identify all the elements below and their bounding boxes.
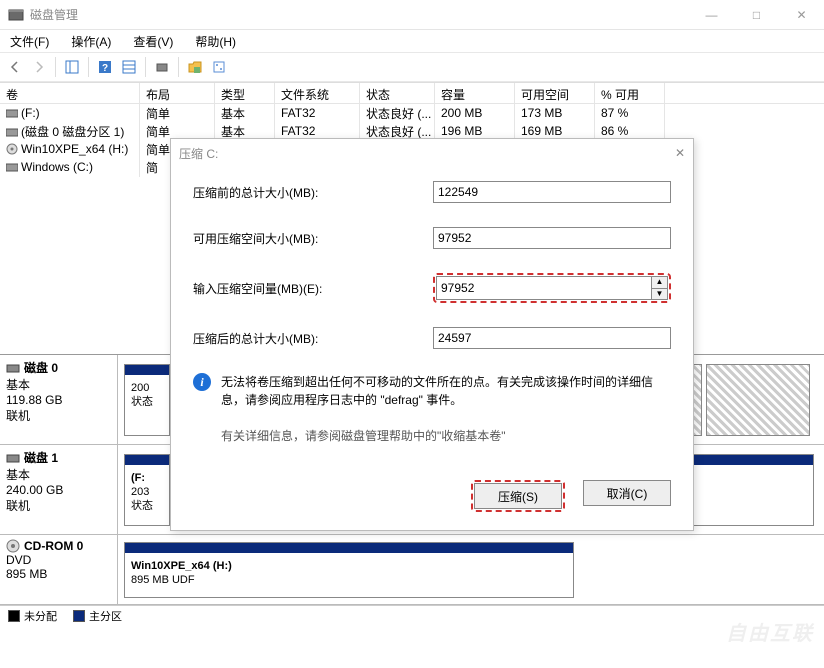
shrink-dialog: 压缩 C: ✕ 压缩前的总计大小(MB): 可用压缩空间大小(MB): 输入压缩… [170,138,694,531]
disk-name: CD-ROM 0 [24,539,83,553]
legend-unallocated: 未分配 [24,611,57,623]
volume-name: Win10XPE_x64 (H:) [21,142,128,156]
menu-view[interactable]: 查看(V) [129,31,177,52]
label-available: 可用压缩空间大小(MB): [193,230,433,247]
maximize-button[interactable]: □ [734,0,779,30]
input-size-after [433,327,671,349]
disk-info: 磁盘 0 基本 119.88 GB 联机 [0,355,118,444]
toolbar-disk-icon[interactable] [151,56,173,78]
input-shrink-amount[interactable] [436,276,652,300]
input-available [433,227,671,249]
shrink-button[interactable]: 压缩(S) [474,483,562,509]
partition-box[interactable]: 200状态 [124,364,170,436]
label-size-after: 压缩后的总计大小(MB): [193,330,433,347]
col-layout[interactable]: 布局 [140,83,215,103]
partition-box[interactable]: Win10XPE_x64 (H:)895 MB UDF [124,542,574,598]
input-size-before [433,181,671,203]
help-text: 有关详细信息，请参阅磁盘管理帮助中的"收缩基本卷" [221,427,671,444]
volume-name: (磁盘 0 磁盘分区 1) [21,125,124,139]
minimize-button[interactable]: — [689,0,734,30]
close-button[interactable]: ✕ [779,0,824,30]
toolbar-pane-icon[interactable] [61,56,83,78]
partition-label: Win10XPE_x64 (H:) [131,560,232,572]
col-capacity[interactable]: 容量 [435,83,515,103]
toolbar-folder-icon[interactable] [184,56,206,78]
label-shrink-amount: 输入压缩空间量(MB)(E): [193,280,433,297]
disk-row: CD-ROM 0 DVD 895 MB Win10XPE_x64 (H:)895… [0,535,824,605]
menubar: 文件(F) 操作(A) 查看(V) 帮助(H) [0,30,824,52]
titlebar: 磁盘管理 — □ ✕ [0,0,824,30]
menu-action[interactable]: 操作(A) [67,31,115,52]
col-status[interactable]: 状态 [360,83,435,103]
col-filesystem[interactable]: 文件系统 [275,83,360,103]
menu-file[interactable]: 文件(F) [6,31,53,52]
window-title: 磁盘管理 [30,6,689,23]
toolbar-list-icon[interactable] [118,56,140,78]
legend-primary: 主分区 [89,611,122,623]
info-icon: i [193,373,211,391]
svg-text:?: ? [102,63,108,74]
col-type[interactable]: 类型 [215,83,275,103]
forward-button[interactable] [28,56,50,78]
dialog-title: 压缩 C: [179,145,675,162]
cancel-button[interactable]: 取消(C) [583,480,671,506]
volume-name: (F:) [21,106,40,120]
toolbar-help-icon[interactable]: ? [94,56,116,78]
label-size-before: 压缩前的总计大小(MB): [193,184,433,201]
partition-unallocated[interactable] [706,364,810,436]
toolbar: ? [0,52,824,82]
disk-name: 磁盘 0 [24,359,58,376]
col-percent[interactable]: % 可用 [595,83,665,103]
legend: 未分配 主分区 [0,605,824,625]
app-icon [8,7,24,23]
col-volume[interactable]: 卷 [0,83,140,103]
disk-info: CD-ROM 0 DVD 895 MB [0,535,118,604]
back-button[interactable] [4,56,26,78]
col-free[interactable]: 可用空间 [515,83,595,103]
spin-down-button[interactable]: ▼ [652,289,667,300]
volume-name: Windows (C:) [21,160,93,174]
toolbar-settings-icon[interactable] [208,56,230,78]
menu-help[interactable]: 帮助(H) [191,31,240,52]
info-text: 无法将卷压缩到超出任何不可移动的文件所在的点。有关完成该操作时间的详细信息，请参… [221,373,671,409]
volume-list-header: 卷 布局 类型 文件系统 状态 容量 可用空间 % 可用 [0,82,824,104]
spin-up-button[interactable]: ▲ [652,277,667,289]
partition-box[interactable]: (F:203状态 [124,454,170,526]
disk-info: 磁盘 1 基本 240.00 GB 联机 [0,445,118,534]
disk-name: 磁盘 1 [24,449,58,466]
dialog-close-button[interactable]: ✕ [675,146,685,160]
dialog-titlebar: 压缩 C: ✕ [171,139,693,167]
